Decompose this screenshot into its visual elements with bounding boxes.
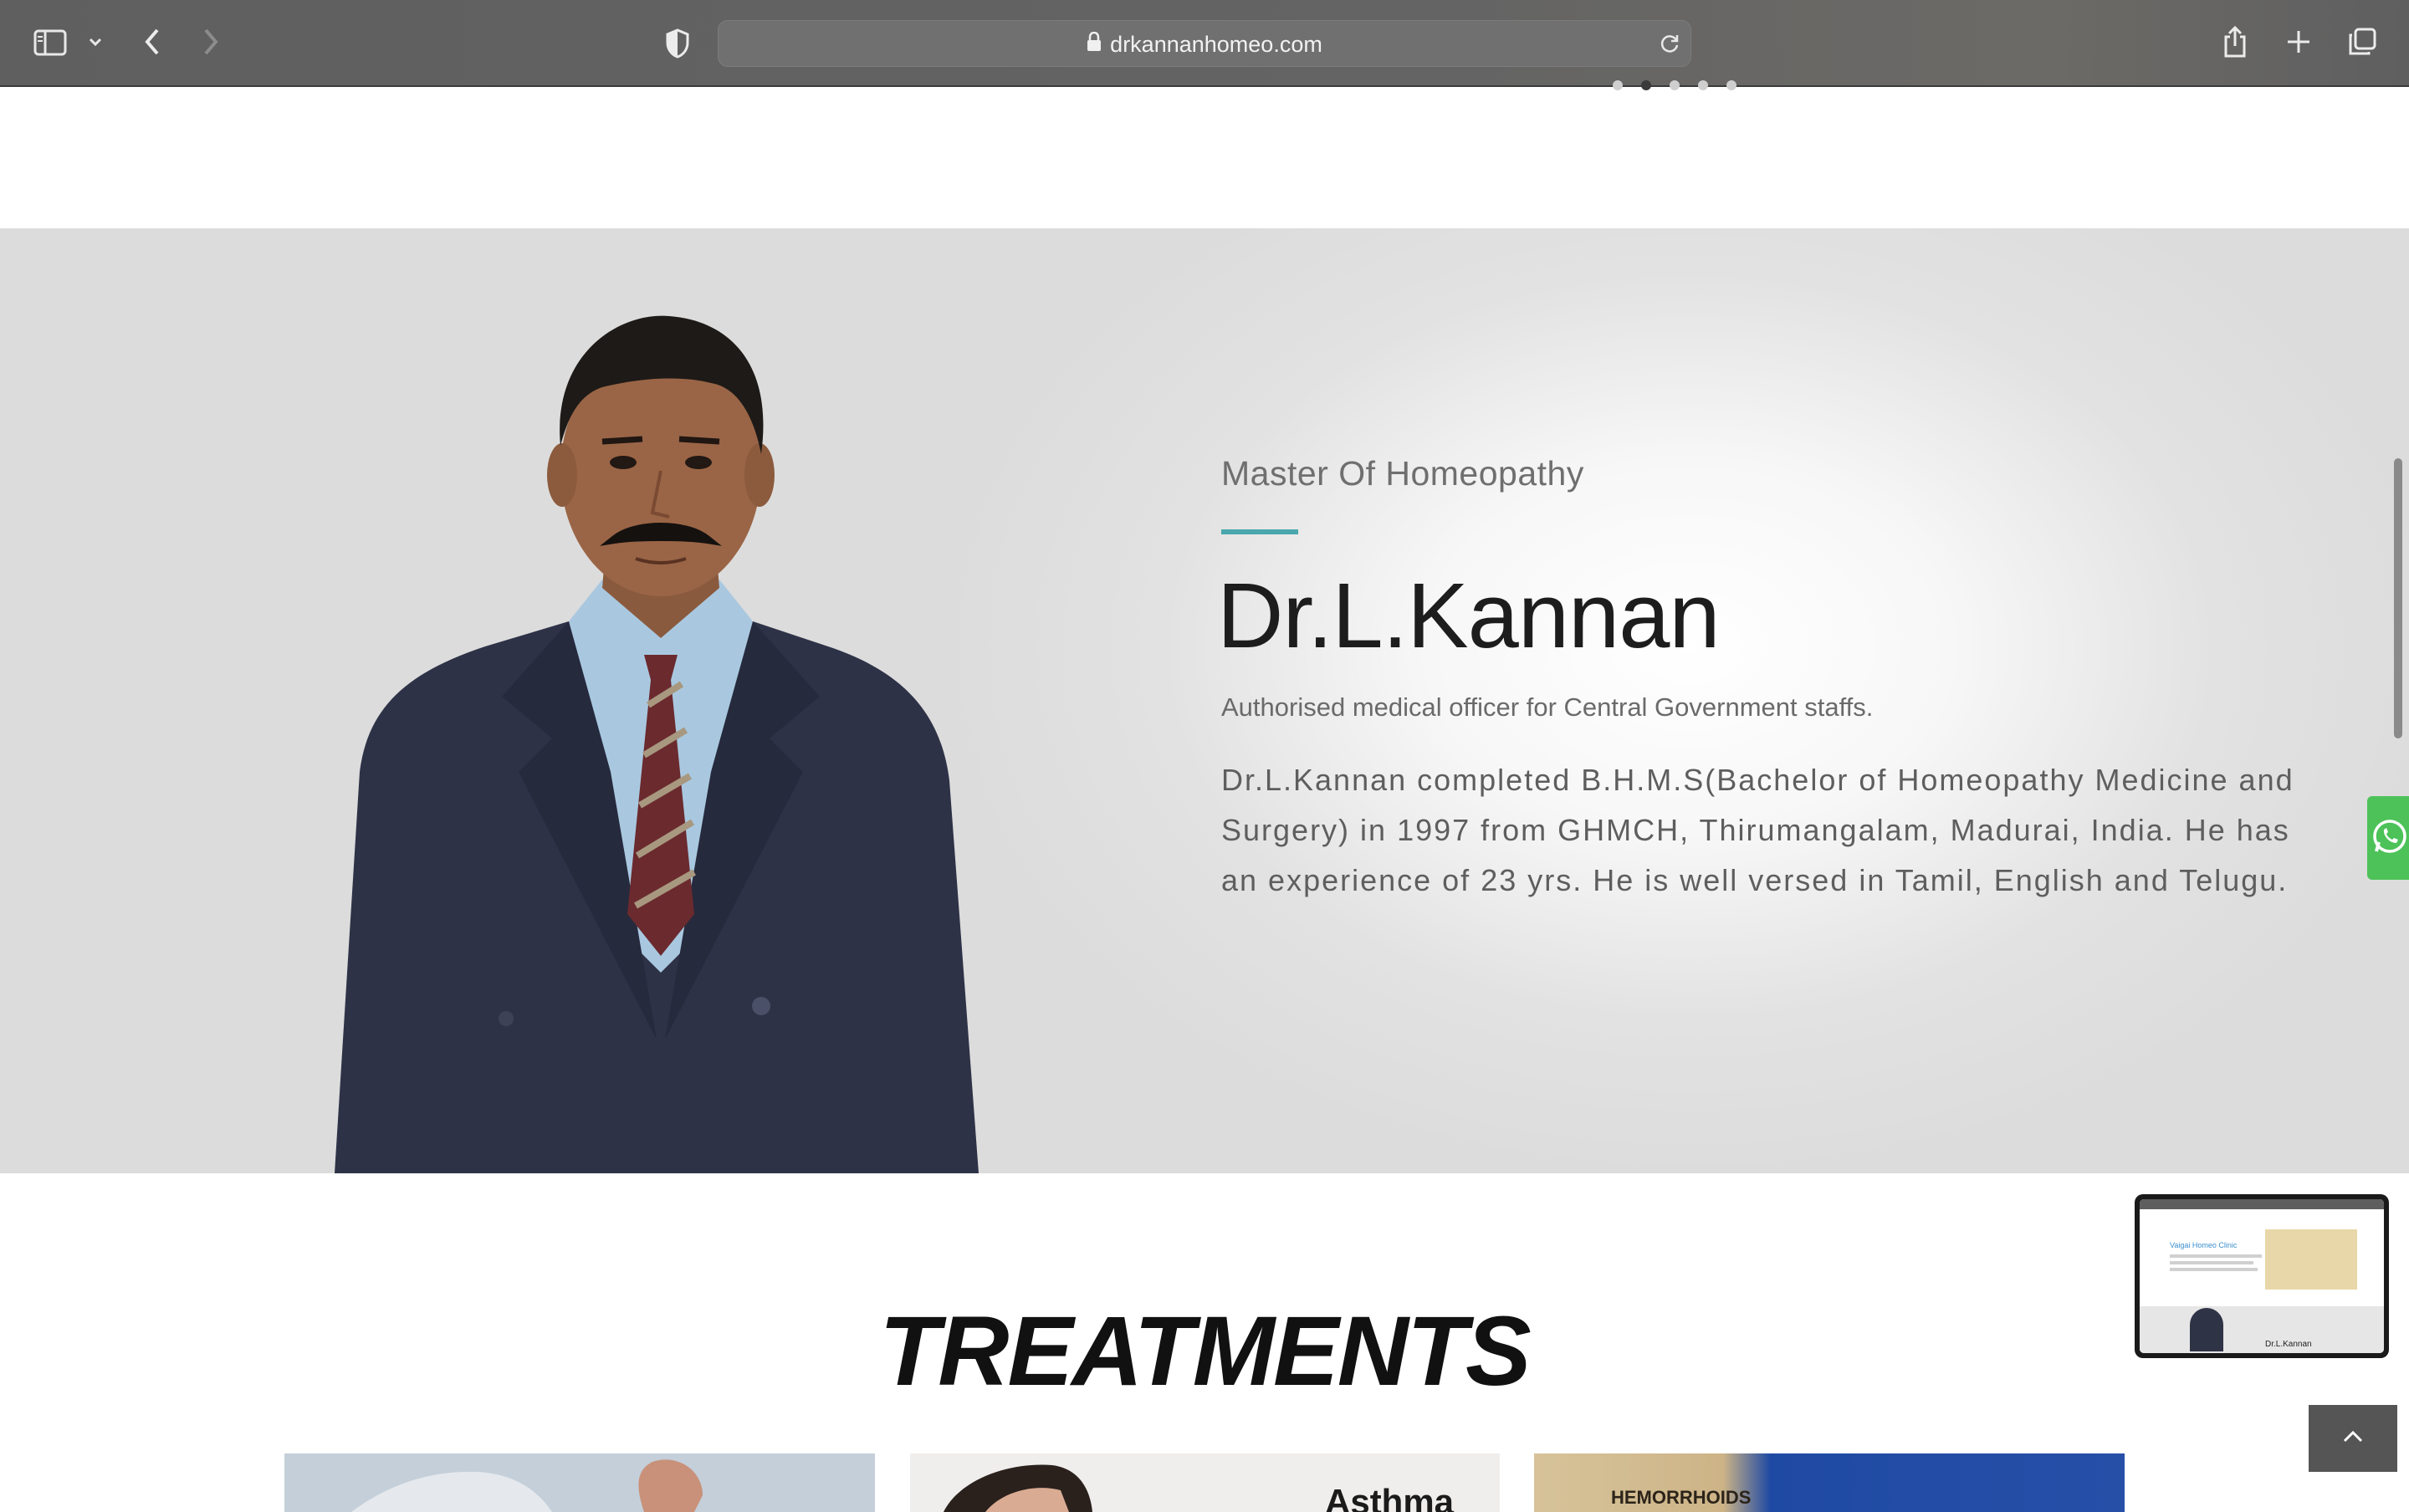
slider-dot[interactable] bbox=[1670, 80, 1680, 90]
doctor-name: Dr.L.Kannan bbox=[1217, 564, 1721, 667]
new-tab-icon[interactable] bbox=[2284, 27, 2314, 57]
tab-overview-icon[interactable] bbox=[2345, 25, 2379, 59]
doctor-bio: Dr.L.Kannan completed B.H.M.S(Bachelor o… bbox=[1221, 763, 2294, 897]
slider-dot-active[interactable] bbox=[1641, 80, 1651, 90]
doctor-hero-section: Master Of Homeopathy Dr.L.Kannan Authori… bbox=[0, 228, 2409, 1173]
treatment-card[interactable]: HEMORRHOIDS bbox=[1534, 1453, 2125, 1512]
treatments-heading: TREATMENTS bbox=[879, 1296, 1532, 1407]
preview-doctor-name: Dr.L.Kannan bbox=[2265, 1340, 2312, 1349]
whatsapp-icon bbox=[2371, 817, 2409, 860]
url-text: drkannanhomeo.com bbox=[1110, 31, 1322, 57]
doctor-role: Authorised medical officer for Central G… bbox=[1221, 692, 1874, 722]
browser-toolbar: drkannanhomeo.com bbox=[0, 0, 2409, 87]
preview-clinic-name: Vaigai Homeo Clinic bbox=[2170, 1241, 2238, 1249]
doctor-subtitle: Master Of Homeopathy bbox=[1221, 454, 1584, 493]
page-scrollbar[interactable] bbox=[2394, 458, 2402, 738]
slider-dot[interactable] bbox=[1726, 80, 1736, 90]
treatment-card[interactable]: Asthma bbox=[910, 1453, 1500, 1512]
chevron-down-icon[interactable] bbox=[87, 32, 104, 52]
accent-divider bbox=[1221, 529, 1298, 534]
slider-dot[interactable] bbox=[1613, 80, 1623, 90]
treatment-card-label: HEMORRHOIDS bbox=[1611, 1487, 1752, 1508]
whatsapp-button[interactable] bbox=[2367, 796, 2409, 880]
address-bar[interactable]: drkannanhomeo.com bbox=[718, 20, 1691, 67]
lock-icon bbox=[1087, 31, 1102, 58]
doctor-photo bbox=[335, 315, 979, 1173]
treatment-card-label: Asthma bbox=[1325, 1482, 1455, 1512]
slider-dot[interactable] bbox=[1698, 80, 1708, 90]
forward-icon[interactable] bbox=[197, 25, 224, 59]
back-to-top-button[interactable] bbox=[2309, 1405, 2397, 1472]
chevron-up-icon bbox=[2342, 1430, 2364, 1448]
reload-icon[interactable] bbox=[1657, 31, 1682, 56]
share-icon[interactable] bbox=[2220, 23, 2250, 60]
back-icon[interactable] bbox=[139, 25, 166, 59]
slider-dots bbox=[1613, 80, 1736, 90]
privacy-shield-icon[interactable] bbox=[661, 27, 694, 60]
sidebar-toggle-icon[interactable] bbox=[33, 28, 67, 57]
treatment-card[interactable] bbox=[284, 1453, 875, 1512]
tab-preview-thumbnail[interactable]: Vaigai Homeo Clinic Dr.L.Kannan bbox=[2135, 1194, 2389, 1358]
treatment-card-image bbox=[284, 1453, 875, 1512]
